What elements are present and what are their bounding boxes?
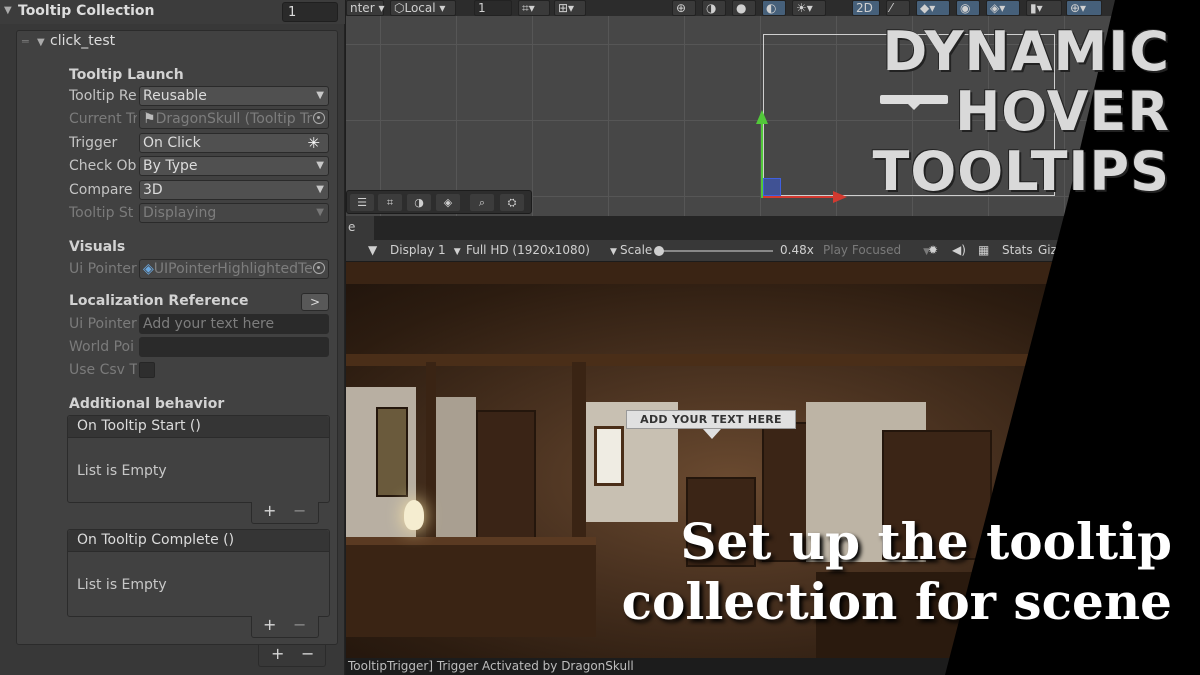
- headline-dynamic: DYNAMIC: [882, 20, 1170, 83]
- headline-hover: HOVER: [955, 80, 1170, 143]
- caption-line-1: Set up the tooltip: [680, 512, 1172, 571]
- headline-tooltips: TOOLTIPS: [872, 140, 1170, 203]
- caption-line-2: collection for scene: [621, 572, 1172, 631]
